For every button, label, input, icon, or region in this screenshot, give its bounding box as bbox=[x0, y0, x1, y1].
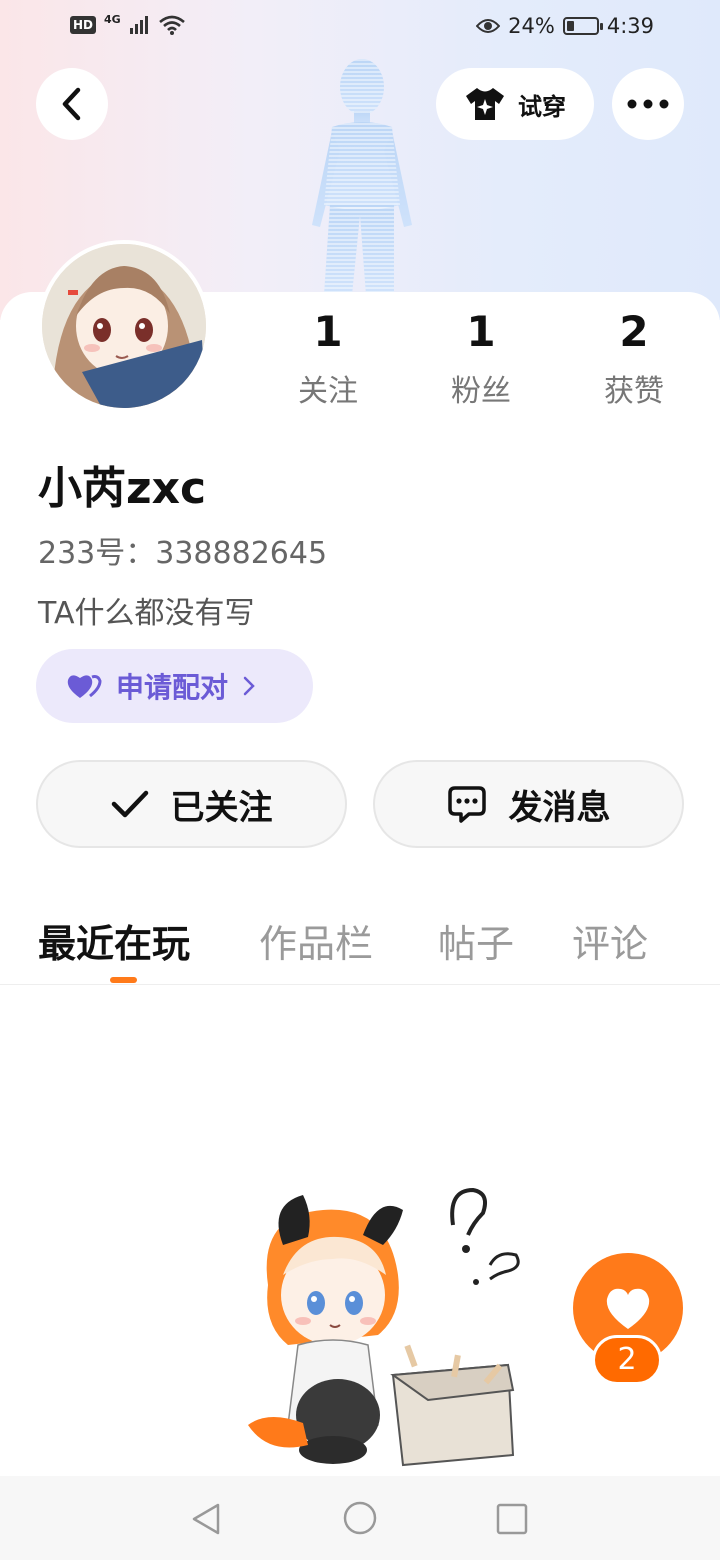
status-right: 24% 4:39 bbox=[476, 14, 654, 38]
chevron-right-icon bbox=[243, 676, 255, 696]
stat-followers[interactable]: 1 粉丝 bbox=[411, 306, 551, 410]
profile-nickname: 小芮zxc bbox=[38, 463, 207, 514]
send-message-label: 发消息 bbox=[508, 787, 611, 828]
nav-home-icon[interactable] bbox=[343, 1501, 377, 1535]
avatar[interactable] bbox=[38, 240, 210, 412]
followers-label: 粉丝 bbox=[451, 374, 511, 409]
send-message-button[interactable]: 发消息 bbox=[373, 760, 684, 848]
double-heart-icon bbox=[67, 675, 102, 698]
following-count: 1 bbox=[313, 307, 343, 356]
followed-button[interactable]: 已关注 bbox=[36, 760, 347, 848]
following-label: 关注 bbox=[298, 374, 358, 409]
tshirt-icon bbox=[466, 88, 504, 120]
hd-badge: HD bbox=[70, 16, 97, 34]
tab-works[interactable]: 作品栏 bbox=[259, 913, 373, 968]
battery-icon bbox=[562, 17, 603, 35]
stat-likes[interactable]: 2 获赞 bbox=[564, 306, 704, 410]
like-count-badge: 2 bbox=[592, 1335, 662, 1385]
followers-count: 1 bbox=[466, 307, 496, 356]
battery-percent: 24% bbox=[508, 14, 555, 38]
status-left: HD 4G bbox=[70, 12, 185, 35]
signal-icon bbox=[129, 16, 148, 34]
system-navigation-bar bbox=[0, 1476, 720, 1560]
try-on-button[interactable]: 试穿 bbox=[436, 68, 594, 140]
nav-recents-icon[interactable] bbox=[496, 1503, 528, 1535]
eye-icon bbox=[476, 19, 501, 33]
status-bar: HD 4G 24% 4:39 bbox=[0, 0, 720, 56]
network-type: 4G bbox=[104, 12, 121, 26]
battery-fill bbox=[566, 21, 574, 31]
content-tabs: 最近在玩 作品栏 帖子 评论 bbox=[0, 905, 720, 985]
tab-recently-played[interactable]: 最近在玩 bbox=[38, 913, 190, 968]
back-arrow-icon bbox=[62, 87, 81, 121]
tab-posts[interactable]: 帖子 bbox=[438, 913, 514, 968]
back-button[interactable] bbox=[36, 68, 108, 140]
wifi-icon bbox=[158, 15, 185, 35]
profile-screen: HD 4G 24% 4:39 试穿 1 关注 1 粉丝 2 获赞 小芮zxc 2… bbox=[0, 0, 720, 1560]
try-on-label: 试穿 bbox=[518, 92, 566, 121]
tab-comments[interactable]: 评论 bbox=[572, 913, 648, 968]
more-button[interactable] bbox=[612, 68, 684, 140]
nav-back-icon[interactable] bbox=[190, 1502, 222, 1536]
avatar-silhouette-image bbox=[312, 59, 412, 295]
clock: 4:39 bbox=[606, 14, 654, 38]
likes-count: 2 bbox=[619, 307, 649, 356]
profile-uid: 233号：338882645 bbox=[38, 536, 328, 571]
checkmark-icon bbox=[111, 790, 148, 818]
apply-pair-label: 申请配对 bbox=[116, 671, 229, 704]
stat-following[interactable]: 1 关注 bbox=[258, 306, 398, 410]
followed-label: 已关注 bbox=[170, 787, 273, 828]
chat-bubble-icon bbox=[447, 786, 486, 823]
avatar-anime-girl-image bbox=[42, 244, 206, 408]
apply-pair-button[interactable]: 申请配对 bbox=[36, 649, 313, 723]
active-tab-indicator bbox=[110, 977, 137, 983]
profile-bio: TA什么都没有写 bbox=[38, 596, 255, 631]
more-dots-icon bbox=[627, 99, 669, 109]
likes-label: 获赞 bbox=[604, 374, 664, 409]
empty-state-mascot-image bbox=[248, 1187, 520, 1467]
